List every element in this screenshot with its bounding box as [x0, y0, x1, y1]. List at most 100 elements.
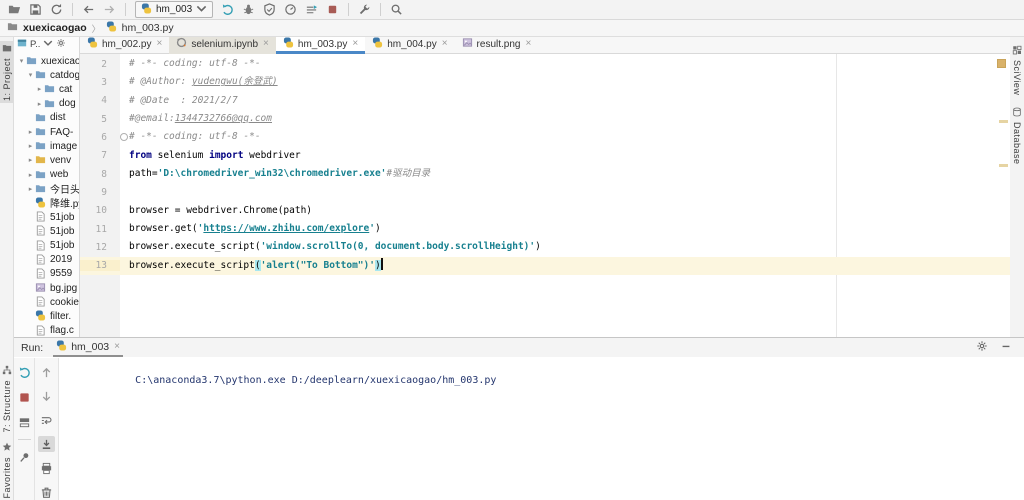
- close-icon[interactable]: ×: [263, 39, 269, 49]
- code-text: # -*- coding: utf-8 -*-: [129, 128, 1010, 146]
- tree-item[interactable]: ▸ FAQ-: [14, 125, 79, 139]
- tool-button-database[interactable]: Database: [1010, 107, 1024, 165]
- tree-item[interactable]: 51job: [14, 210, 79, 224]
- tree-item[interactable]: ▸image: [14, 139, 79, 153]
- tool-button-label: 2: Favorites: [2, 457, 12, 500]
- run-tab[interactable]: hm_003 ×: [53, 338, 123, 357]
- editor-tab-label: hm_004.py: [387, 39, 436, 50]
- close-icon[interactable]: ×: [114, 342, 120, 352]
- close-icon[interactable]: ×: [442, 39, 448, 49]
- tree-item[interactable]: flag.c: [14, 324, 79, 338]
- profiler-icon[interactable]: [281, 1, 300, 18]
- open-folder-icon[interactable]: [5, 1, 24, 18]
- tree-item[interactable]: filter.: [14, 309, 79, 323]
- debug-icon[interactable]: [239, 1, 258, 18]
- tree-item[interactable]: ▸今日头条: [14, 182, 79, 196]
- scroll-to-end-icon[interactable]: [38, 436, 55, 452]
- gear-icon[interactable]: [56, 38, 66, 51]
- file-icon: [35, 325, 47, 337]
- tree-item[interactable]: 51job: [14, 238, 79, 252]
- stop-icon[interactable]: [16, 389, 33, 405]
- tool-button-favorites[interactable]: 2: Favorites: [0, 442, 13, 500]
- tree-item[interactable]: ▸cat: [14, 82, 79, 96]
- editor-tab[interactable]: hm_003.py×: [276, 37, 365, 54]
- close-icon[interactable]: ×: [156, 39, 162, 49]
- tool-button-label: SciView: [1012, 60, 1022, 95]
- tree-chevron-icon[interactable]: ▸: [26, 171, 35, 179]
- tree-chevron-icon[interactable]: ▸: [26, 128, 35, 136]
- file-icon: [35, 240, 47, 252]
- tree-item[interactable]: ▸venv: [14, 153, 79, 167]
- warning-stripe-mark[interactable]: [999, 164, 1008, 167]
- close-icon[interactable]: ×: [352, 39, 358, 49]
- tree-item[interactable]: 51job: [14, 224, 79, 238]
- project-panel-header[interactable]: P..: [14, 37, 79, 52]
- sync-icon[interactable]: [47, 1, 66, 18]
- concurrency-icon[interactable]: [302, 1, 321, 18]
- tree-item[interactable]: ▾ xuexicaogao: [14, 54, 79, 68]
- code-text: #@email:1344732766@qq.com: [129, 110, 1010, 128]
- tree-item-label: xuexicaogao: [41, 56, 79, 67]
- fold-marker[interactable]: [120, 128, 129, 146]
- wrench-icon[interactable]: [355, 1, 374, 18]
- up-stack-trace-icon[interactable]: [38, 364, 55, 380]
- tree-chevron-icon[interactable]: ▸: [35, 100, 44, 108]
- clear-console-icon[interactable]: [38, 484, 55, 500]
- tree-item[interactable]: 降维.py: [14, 196, 79, 210]
- tool-button-structure[interactable]: 7: Structure: [0, 365, 13, 433]
- tree-item-label: FAQ-: [50, 127, 73, 138]
- tree-chevron-icon[interactable]: ▸: [26, 185, 35, 193]
- tool-button-project[interactable]: 1: Project: [0, 41, 13, 103]
- tool-button-sciview[interactable]: SciView: [1010, 45, 1024, 95]
- star-icon: [2, 442, 12, 454]
- editor-tab[interactable]: selenium.ipynb×: [169, 37, 276, 54]
- run-console[interactable]: C:\anaconda3.7\python.exe D:/deeplearn/x…: [59, 358, 1024, 500]
- fold-column: [120, 183, 129, 201]
- warning-stripe-mark[interactable]: [999, 120, 1008, 123]
- save-all-icon[interactable]: [26, 1, 45, 18]
- back-icon[interactable]: [79, 1, 98, 18]
- code-line: 12browser.execute_script('window.scrollT…: [80, 238, 1010, 256]
- minimize-icon[interactable]: [1000, 340, 1012, 355]
- tree-item[interactable]: ▾catdog: [14, 68, 79, 82]
- tree-item[interactable]: dist: [14, 111, 79, 125]
- tree-item[interactable]: ▸web: [14, 168, 79, 182]
- tree-chevron-icon[interactable]: ▸: [26, 142, 35, 150]
- tree-chevron-icon[interactable]: ▸: [35, 85, 44, 93]
- pin-icon[interactable]: [16, 449, 33, 465]
- stop-icon[interactable]: [323, 1, 342, 18]
- soft-wrap-icon[interactable]: [38, 412, 55, 428]
- close-icon[interactable]: ×: [525, 39, 531, 49]
- search-icon[interactable]: [387, 1, 406, 18]
- coverage-icon[interactable]: [260, 1, 279, 18]
- run-configuration-select[interactable]: hm_003: [135, 1, 213, 18]
- python-icon: [141, 3, 152, 17]
- editor-body[interactable]: 2# -*- coding: utf-8 -*-3# @Author: yude…: [80, 54, 1010, 338]
- forward-icon[interactable]: [100, 1, 119, 18]
- breadcrumb-root[interactable]: xuexicaogao: [23, 22, 87, 34]
- run-icon[interactable]: [218, 1, 237, 18]
- tree-item-label: bg.jpg: [50, 283, 77, 294]
- tree-chevron-icon[interactable]: ▾: [26, 71, 35, 79]
- inspection-status-indicator[interactable]: [997, 59, 1006, 68]
- breadcrumb: xuexicaogao 〉 hm_003.py: [0, 20, 1024, 37]
- print-icon[interactable]: [38, 460, 55, 476]
- tree-item[interactable]: ▸dog: [14, 97, 79, 111]
- tree-chevron-icon[interactable]: ▾: [17, 57, 26, 65]
- tree-item[interactable]: cookie: [14, 295, 79, 309]
- tree-item[interactable]: bg.jpg: [14, 281, 79, 295]
- line-number: 5: [80, 114, 120, 125]
- gear-icon[interactable]: [976, 340, 988, 355]
- editor-tab[interactable]: hm_002.py×: [80, 37, 169, 54]
- ipynb-file-icon: [176, 37, 187, 51]
- tree-item[interactable]: 9559: [14, 267, 79, 281]
- breadcrumb-file[interactable]: hm_003.py: [122, 22, 174, 34]
- down-stack-trace-icon[interactable]: [38, 388, 55, 404]
- tree-item[interactable]: 2019: [14, 253, 79, 267]
- tree-chevron-icon[interactable]: ▸: [26, 156, 35, 164]
- restore-layout-icon[interactable]: [16, 414, 33, 430]
- rerun-icon[interactable]: [16, 364, 33, 380]
- editor-tab[interactable]: result.png×: [455, 37, 539, 54]
- editor-tabs: hm_002.py×selenium.ipynb×hm_003.py×hm_00…: [80, 37, 1010, 54]
- editor-tab[interactable]: hm_004.py ×: [365, 37, 454, 54]
